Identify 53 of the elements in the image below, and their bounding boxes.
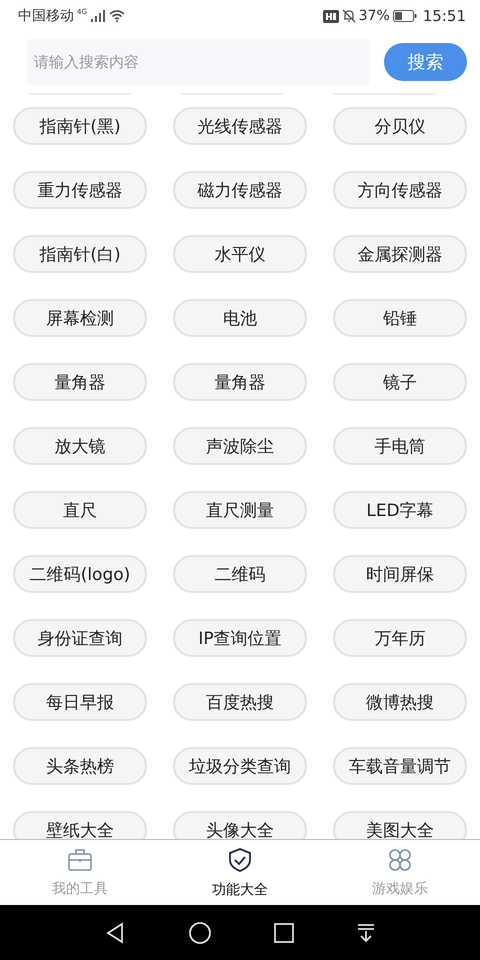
tool-button[interactable]: 每日早报 <box>13 683 147 721</box>
battery-icon <box>392 10 417 22</box>
tool-button[interactable]: 分贝仪 <box>333 107 467 145</box>
tool-button[interactable]: 指南针(黑) <box>13 107 147 145</box>
signal-icon <box>90 10 106 22</box>
tool-button[interactable]: 头像大全 <box>173 811 307 839</box>
tool-button[interactable]: 金属探测器 <box>333 235 467 273</box>
toolbox-icon <box>67 848 93 872</box>
tool-button[interactable]: 车载音量调节 <box>333 747 467 785</box>
wifi-icon <box>108 10 125 22</box>
bell-off-icon <box>342 9 356 23</box>
shield-check-icon <box>227 846 253 872</box>
tool-button[interactable]: 量角器 <box>173 363 307 401</box>
tool-button[interactable]: 电池 <box>173 299 307 337</box>
tool-button[interactable]: 时间屏保 <box>333 555 467 593</box>
tool-button[interactable]: LED字幕 <box>333 491 467 529</box>
tool-button[interactable]: IP查询位置 <box>173 619 307 657</box>
clock-time: 15:51 <box>422 7 466 25</box>
tool-button[interactable]: 直尺测量 <box>173 491 307 529</box>
tool-button[interactable]: 指南针(白) <box>13 235 147 273</box>
tool-button[interactable]: 手电筒 <box>333 427 467 465</box>
tool-button[interactable]: 二维码(logo) <box>13 555 147 593</box>
tool-button[interactable]: 微博热搜 <box>333 683 467 721</box>
tool-button[interactable]: 水平仪 <box>173 235 307 273</box>
tool-button[interactable]: 身份证查询 <box>13 619 147 657</box>
tool-button[interactable]: 镜子 <box>333 363 467 401</box>
tool-button[interactable]: 头条热榜 <box>13 747 147 785</box>
four-petal-icon <box>388 848 412 872</box>
home-icon[interactable] <box>188 920 212 944</box>
tool-button[interactable]: 方向传感器 <box>333 171 467 209</box>
nav-tab[interactable]: 功能大全 <box>160 840 320 905</box>
tool-button[interactable]: 二维码 <box>173 555 307 593</box>
hd-icon <box>322 10 339 22</box>
recents-icon[interactable] <box>274 922 294 942</box>
tool-button[interactable]: 铅锤 <box>333 299 467 337</box>
tool-button[interactable]: 磁力传感器 <box>173 171 307 209</box>
tool-button[interactable]: 壁纸大全 <box>13 811 147 839</box>
tool-button[interactable]: 光线传感器 <box>173 107 307 145</box>
notification-pull-icon[interactable] <box>356 922 376 942</box>
tool-button[interactable]: 放大镜 <box>13 427 147 465</box>
tool-button[interactable]: 美图大全 <box>333 811 467 839</box>
carrier-name: 中国移动 <box>18 7 74 25</box>
tool-button[interactable]: 百度热搜 <box>173 683 307 721</box>
tool-button[interactable]: 垃圾分类查询 <box>173 747 307 785</box>
search-field[interactable]: 请输入搜索内容 <box>26 39 370 85</box>
tool-button[interactable]: 重力传感器 <box>13 171 147 209</box>
tool-button[interactable]: 直尺 <box>13 491 147 529</box>
tool-button[interactable]: 声波除尘 <box>173 427 307 465</box>
tool-button[interactable]: 屏幕检测 <box>13 299 147 337</box>
tool-button[interactable]: 量角器 <box>13 363 147 401</box>
tool-button[interactable]: 万年历 <box>333 619 467 657</box>
back-icon[interactable] <box>104 922 126 944</box>
battery-percent: 37% <box>358 8 390 24</box>
